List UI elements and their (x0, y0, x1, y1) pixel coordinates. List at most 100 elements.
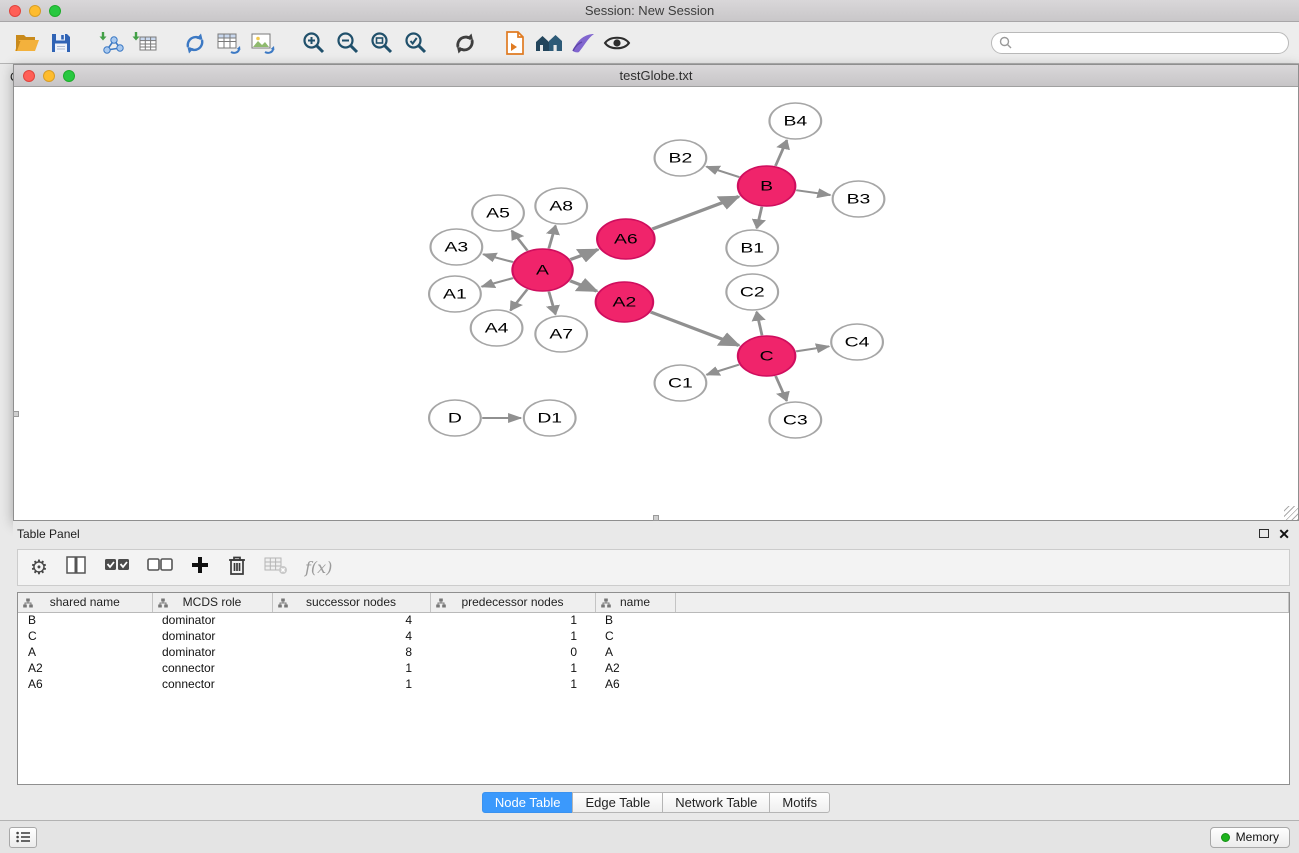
edge-A-A5[interactable] (512, 231, 528, 251)
session-file-icon[interactable] (498, 27, 532, 59)
table-cell[interactable]: 1 (430, 612, 595, 628)
tab-motifs[interactable]: Motifs (769, 792, 830, 813)
edge-B-B4[interactable] (775, 140, 786, 166)
network-close-button[interactable] (23, 70, 35, 82)
network-canvas[interactable]: B4B2BB3A5A8A6B1A3AC2A1A2A4A7C4CC1C3DD1 (14, 87, 1298, 520)
node-label-A6: A6 (614, 231, 638, 246)
table-cell[interactable]: A (18, 644, 152, 660)
close-table-panel-icon[interactable]: ✕ (1278, 528, 1290, 540)
table-cell[interactable]: dominator (152, 628, 272, 644)
edge-A-A8[interactable] (549, 226, 556, 249)
tab-node-table[interactable]: Node Table (482, 792, 574, 813)
search-input[interactable] (991, 32, 1289, 54)
edge-A-A2[interactable] (570, 281, 597, 291)
column-header-MCDS-role[interactable]: MCDS role (152, 593, 272, 612)
select-all-rows-icon[interactable] (104, 556, 130, 579)
edge-C-C2[interactable] (757, 312, 762, 336)
float-table-panel-icon[interactable] (1259, 529, 1269, 538)
table-row[interactable]: Cdominator41C (18, 628, 1289, 644)
delete-table-icon[interactable] (264, 555, 288, 580)
style-brush-icon[interactable] (566, 27, 600, 59)
node-label-B1: B1 (740, 240, 764, 255)
node-label-C: C (760, 348, 774, 363)
edge-A-A1[interactable] (482, 278, 513, 287)
edge-A-A6[interactable] (570, 249, 598, 259)
import-table-icon[interactable] (128, 27, 162, 59)
export-image-icon[interactable] (246, 27, 280, 59)
insert-column-icon[interactable] (65, 554, 87, 581)
table-cell[interactable]: 1 (430, 676, 595, 692)
minimize-window-button[interactable] (29, 5, 41, 17)
table-cell[interactable]: 4 (272, 612, 430, 628)
home-icon[interactable] (532, 27, 566, 59)
memory-button[interactable]: Memory (1210, 827, 1290, 848)
edge-C-C1[interactable] (707, 365, 739, 375)
zoom-window-button[interactable] (49, 5, 61, 17)
network-zoom-button[interactable] (63, 70, 75, 82)
node-label-A7: A7 (549, 326, 573, 341)
deselect-all-rows-icon[interactable] (147, 556, 173, 579)
network-minimize-button[interactable] (43, 70, 55, 82)
table-cell[interactable]: 1 (272, 676, 430, 692)
table-settings-gear-icon[interactable]: ⚙ (30, 558, 48, 578)
reload-network-icon[interactable] (178, 27, 212, 59)
table-cell[interactable]: dominator (152, 612, 272, 628)
table-cell[interactable]: 4 (272, 628, 430, 644)
zoom-selected-icon[interactable] (398, 27, 432, 59)
table-cell[interactable]: A6 (18, 676, 152, 692)
close-window-button[interactable] (9, 5, 21, 17)
save-session-icon[interactable] (44, 27, 78, 59)
table-cell[interactable]: C (18, 628, 152, 644)
table-cell[interactable]: connector (152, 660, 272, 676)
table-cell[interactable]: connector (152, 676, 272, 692)
edge-C-C4[interactable] (796, 346, 829, 351)
refresh-icon[interactable] (448, 27, 482, 59)
table-row[interactable]: Bdominator41B (18, 612, 1289, 628)
table-cell[interactable]: C (595, 628, 675, 644)
column-header-shared-name[interactable]: shared name (18, 593, 152, 612)
edge-C-C3[interactable] (776, 376, 787, 401)
table-cell[interactable]: dominator (152, 644, 272, 660)
edge-A-A3[interactable] (483, 254, 513, 262)
eye-icon[interactable] (600, 27, 634, 59)
zoom-in-icon[interactable] (296, 27, 330, 59)
edge-B-B2[interactable] (706, 167, 739, 178)
table-cell[interactable]: A2 (18, 660, 152, 676)
table-cell[interactable]: B (595, 612, 675, 628)
zoom-out-icon[interactable] (330, 27, 364, 59)
node-label-C1: C1 (668, 375, 693, 390)
import-network-icon[interactable] (94, 27, 128, 59)
edge-A-A7[interactable] (549, 292, 556, 315)
delete-row-icon[interactable] (227, 554, 247, 581)
table-cell[interactable]: A (595, 644, 675, 660)
table-cell[interactable]: A2 (595, 660, 675, 676)
table-row[interactable]: A2connector11A2 (18, 660, 1289, 676)
open-file-icon[interactable] (10, 27, 44, 59)
edge-A2-C[interactable] (651, 312, 739, 345)
table-cell[interactable]: A6 (595, 676, 675, 692)
edge-A-A4[interactable] (511, 289, 528, 310)
zoom-fit-icon[interactable] (364, 27, 398, 59)
table-cell[interactable]: 0 (430, 644, 595, 660)
table-cell[interactable]: B (18, 612, 152, 628)
edge-A6-B[interactable] (652, 197, 738, 230)
network-table-icon[interactable] (212, 27, 246, 59)
edge-B-B1[interactable] (757, 207, 762, 229)
table-cell[interactable]: 1 (430, 660, 595, 676)
tab-network-table[interactable]: Network Table (662, 792, 770, 813)
edge-B-B3[interactable] (796, 190, 830, 195)
table-row[interactable]: Adominator80A (18, 644, 1289, 660)
resize-handle-left[interactable] (13, 411, 19, 417)
column-header-predecessor-nodes[interactable]: predecessor nodes (430, 593, 595, 612)
table-row[interactable]: A6connector11A6 (18, 676, 1289, 692)
add-row-icon[interactable] (190, 555, 210, 580)
tab-edge-table[interactable]: Edge Table (572, 792, 663, 813)
function-builder-icon[interactable]: f(x) (305, 558, 332, 577)
table-cell[interactable]: 1 (272, 660, 430, 676)
table-cell[interactable]: 8 (272, 644, 430, 660)
table-cell[interactable]: 1 (430, 628, 595, 644)
column-header-successor-nodes[interactable]: successor nodes (272, 593, 430, 612)
resize-grip-icon[interactable] (1284, 506, 1298, 520)
task-history-button[interactable] (9, 827, 37, 848)
column-header-name[interactable]: name (595, 593, 675, 612)
